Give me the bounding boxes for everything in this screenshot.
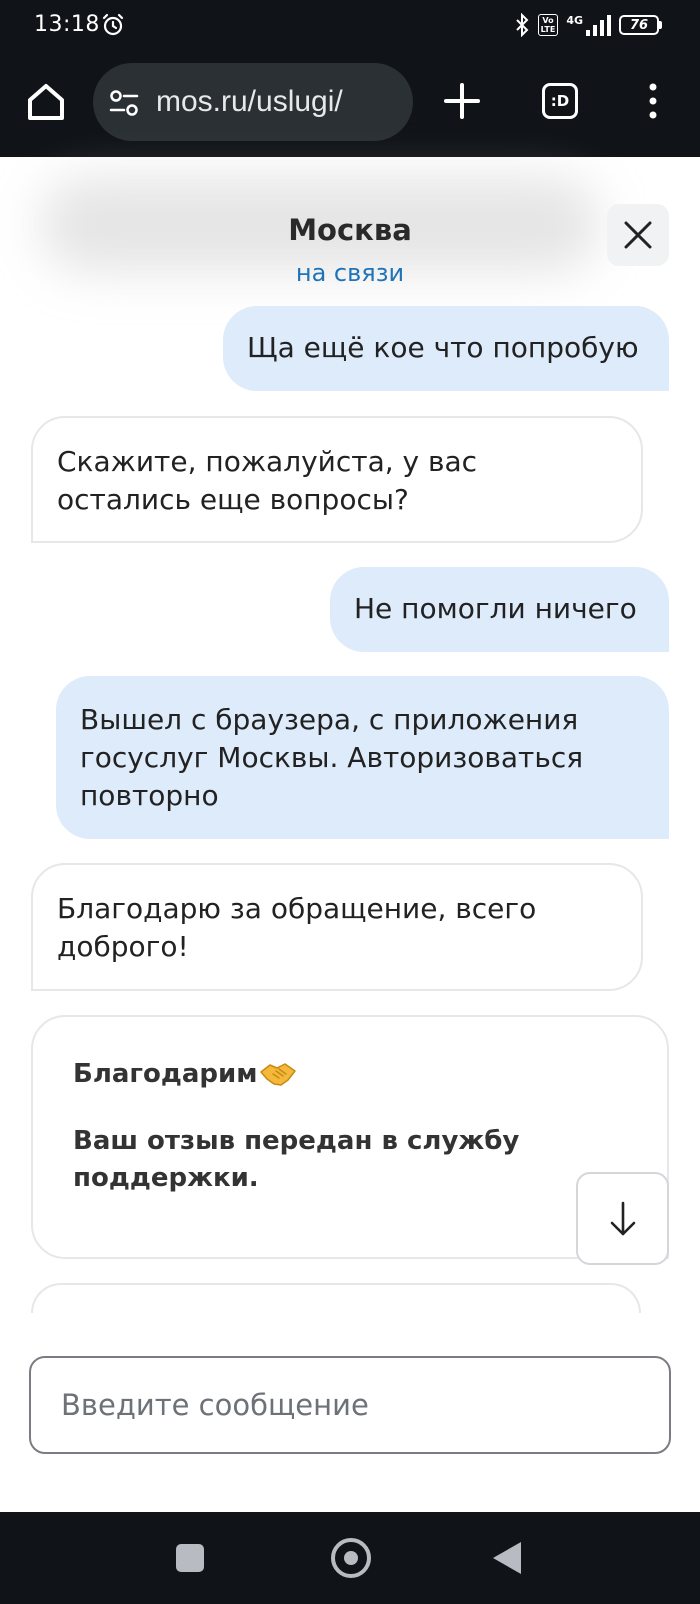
browser-toolbar: mos.ru/uslugi/ :D — [0, 52, 700, 157]
feedback-text: Ваш отзыв передан в службу поддержки. — [73, 1126, 520, 1193]
status-bar: 13:18 Vo LTE 4G 76 — [0, 0, 700, 52]
message-outgoing: Не помогли ничего — [330, 567, 669, 652]
message-outgoing: Ща ещё кое что попробую — [223, 306, 669, 391]
signal-icon — [586, 15, 611, 36]
alarm-icon — [102, 13, 124, 36]
close-icon — [624, 221, 652, 249]
feedback-title: Благодарим — [73, 1059, 297, 1089]
site-settings-icon[interactable] — [109, 89, 139, 117]
home-circle-icon[interactable] — [331, 1538, 371, 1578]
home-icon[interactable] — [24, 80, 68, 124]
chat-status: на связи — [295, 259, 405, 287]
scroll-down-button[interactable] — [576, 1172, 669, 1265]
arrow-down-icon — [610, 1201, 635, 1235]
battery-level: 76 — [619, 15, 659, 35]
address-bar[interactable]: mos.ru/uslugi/ — [93, 63, 413, 141]
message-incoming: Скажите, пожалуйста, у вас остались еще … — [31, 416, 643, 543]
chat-title: Москва — [288, 213, 412, 247]
next-message-card — [31, 1283, 641, 1313]
bluetooth-icon — [515, 13, 529, 37]
new-tab-plus-icon[interactable] — [443, 82, 481, 120]
more-menu-icon[interactable] — [641, 81, 665, 121]
url-text[interactable]: mos.ru/uslugi/ — [156, 85, 343, 119]
message-incoming: Благодарю за обращение, всего доброго! — [31, 863, 643, 991]
tab-switcher-button[interactable]: :D — [542, 83, 578, 119]
back-triangle-icon[interactable] — [493, 1542, 521, 1574]
recents-icon[interactable] — [176, 1544, 204, 1572]
message-outgoing: Вышел с браузера, с приложения госуслуг … — [56, 676, 669, 839]
message-composer[interactable] — [29, 1356, 671, 1454]
system-nav-bar — [0, 1512, 700, 1604]
battery-icon: 76 — [619, 15, 662, 35]
handshake-icon — [260, 1063, 297, 1086]
feedback-card: Благодарим Ваш отзыв передан в службу по… — [31, 1015, 669, 1259]
close-chat-button[interactable] — [607, 204, 669, 266]
status-icons: Vo LTE 4G 76 — [514, 12, 662, 38]
volte-icon: Vo LTE — [537, 14, 559, 36]
network-type-label: 4G — [566, 13, 583, 27]
status-time: 13:18 — [34, 12, 100, 37]
chat-header: Москва на связи — [0, 157, 700, 302]
message-input[interactable] — [61, 1380, 641, 1430]
